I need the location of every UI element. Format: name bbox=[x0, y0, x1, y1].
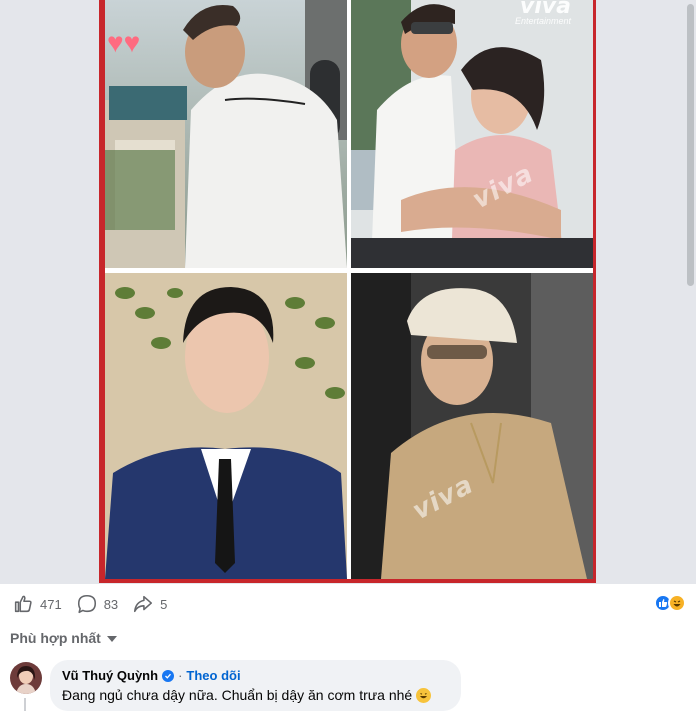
photo-couple: viva Entertainment viva bbox=[351, 0, 593, 268]
share-count: 5 bbox=[160, 596, 168, 612]
like-count: 471 bbox=[40, 596, 62, 612]
photo-man-white-shirt: ♥♥ bbox=[105, 0, 347, 268]
photo-collage[interactable]: ♥♥ viva Entertainment viva viva bbox=[99, 0, 596, 583]
like-button[interactable]: 471 bbox=[12, 593, 62, 615]
comment-sort-dropdown[interactable]: Phù hợp nhất bbox=[10, 630, 117, 646]
share-button[interactable]: 5 bbox=[132, 593, 167, 615]
watermark-subtitle: Entertainment bbox=[514, 16, 571, 26]
follow-button[interactable]: Theo dõi bbox=[186, 668, 240, 683]
photo-man-cap-glasses: viva bbox=[351, 273, 593, 579]
share-icon bbox=[134, 595, 153, 613]
haha-reaction-icon bbox=[668, 594, 686, 612]
sort-label: Phù hợp nhất bbox=[10, 630, 101, 646]
comment-button[interactable]: 83 bbox=[76, 593, 118, 615]
verified-badge-icon bbox=[162, 669, 175, 682]
thread-line bbox=[24, 698, 26, 711]
collage-divider bbox=[347, 0, 351, 579]
post-media[interactable]: ♥♥ viva Entertainment viva viva bbox=[0, 0, 696, 584]
chevron-down-icon bbox=[106, 636, 117, 642]
post-action-bar: 471 83 5 bbox=[0, 584, 696, 624]
comment-text: Đang ngủ chưa dậy nữa. Chuẩn bị dậy ăn c… bbox=[62, 687, 413, 703]
scrollbar-thumb[interactable] bbox=[687, 4, 694, 286]
comment-author[interactable]: Vũ Thuý Quỳnh bbox=[62, 668, 158, 683]
reaction-summary[interactable] bbox=[654, 594, 686, 612]
separator: · bbox=[178, 668, 183, 683]
photo-man-suit bbox=[105, 273, 347, 579]
grinning-face-emoji-icon bbox=[416, 687, 432, 703]
comment-bubble: Vũ Thuý Quỳnh · Theo dõi Đang ngủ chưa d… bbox=[50, 660, 461, 711]
comment-count: 83 bbox=[103, 596, 119, 612]
comment-icon bbox=[77, 594, 96, 614]
avatar[interactable] bbox=[10, 662, 42, 694]
svg-text:♥♥: ♥♥ bbox=[107, 27, 140, 58]
thumbs-up-icon bbox=[14, 595, 32, 613]
scrollbar[interactable] bbox=[686, 0, 694, 584]
